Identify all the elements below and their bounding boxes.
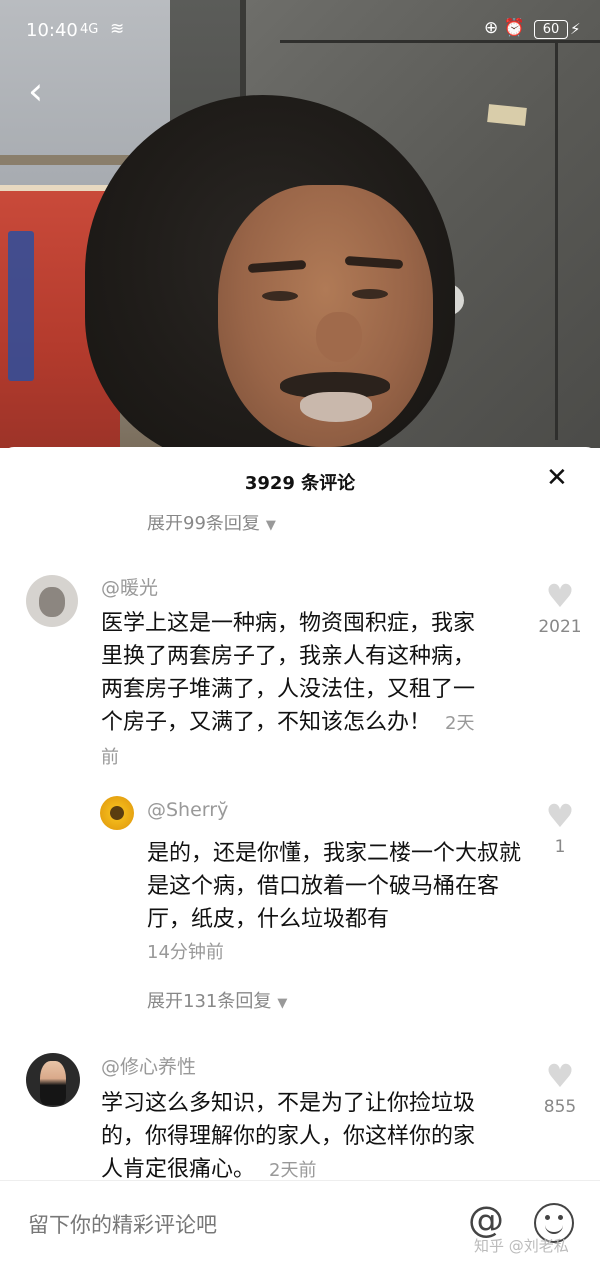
expand-replies-label: 展开99条回复: [147, 513, 260, 534]
wifi-icon: ≋: [110, 19, 125, 39]
avatar[interactable]: [26, 575, 78, 627]
comment-input[interactable]: 留下你的精彩评论吧: [28, 1209, 217, 1239]
like-button[interactable]: ♥ 2021: [525, 579, 595, 637]
like-button[interactable]: ♥ 1: [525, 799, 595, 857]
status-time: 10:40: [26, 20, 78, 41]
expand-replies-button[interactable]: 展开131条回复 ▼: [147, 987, 287, 1013]
comment-time: 14分钟前: [147, 942, 224, 963]
like-count: 855: [543, 1097, 577, 1117]
chevron-down-icon: ▼: [277, 996, 288, 1011]
battery-icon: 60: [534, 20, 568, 39]
avatar[interactable]: [100, 796, 134, 830]
alarm-icon: ⊕ ⏰: [484, 18, 525, 38]
like-count: 2021: [538, 617, 582, 637]
heart-icon: ♥: [545, 1057, 575, 1095]
charging-icon: ⚡: [570, 20, 581, 38]
comment-username[interactable]: @修心养性: [101, 1052, 196, 1079]
expand-replies-button[interactable]: 展开99条回复 ▼: [147, 513, 276, 535]
comment-text: 是的，还是你懂，我家二楼一个大叔就是这个病，借口放着一个破马桶在客厅，纸皮，什么…: [147, 841, 522, 932]
signal-icon: 4G: [80, 22, 99, 37]
avatar[interactable]: [26, 1053, 80, 1107]
comment-text: 学习这么多知识，不是为了让你捡垃圾的，你得理解你的家人，你这样你的家人肯定很痛心…: [101, 1091, 476, 1182]
comment-input-bar: 留下你的精彩评论吧 @ 知乎 @刘老私: [0, 1180, 600, 1268]
like-count: 1: [554, 837, 566, 857]
expand-replies-label: 展开131条回复: [147, 991, 272, 1012]
video-frame[interactable]: 10:40 4G ≋ ⊕ ⏰ 60 ⚡ ‹: [0, 0, 600, 448]
back-arrow-icon[interactable]: ‹: [28, 72, 43, 110]
comments-sheet: 3929 条评论 ✕ 展开99条回复 ▼ @暖光 医学上这是一种病，物资囤积症，我…: [0, 447, 600, 1267]
chevron-down-icon: ▼: [265, 518, 276, 533]
status-bar: 10:40 4G ≋ ⊕ ⏰ 60 ⚡: [0, 14, 600, 48]
comment-username[interactable]: @Sherry̆: [147, 799, 228, 821]
heart-icon: ♥: [545, 577, 575, 615]
comments-count-title: 3929 条评论: [244, 473, 356, 494]
like-button[interactable]: ♥ 855: [525, 1059, 595, 1117]
close-icon[interactable]: ✕: [546, 464, 568, 492]
comment-text: 医学上这是一种病，物资囤积症，我家里换了两套房子了，我亲人有这种病，两套房子堆满…: [101, 611, 476, 768]
comment-time: 2天前: [269, 1160, 317, 1181]
heart-icon: ♥: [545, 797, 575, 835]
watermark: 知乎 @刘老私: [474, 1237, 569, 1255]
comment-username[interactable]: @暖光: [101, 573, 158, 600]
